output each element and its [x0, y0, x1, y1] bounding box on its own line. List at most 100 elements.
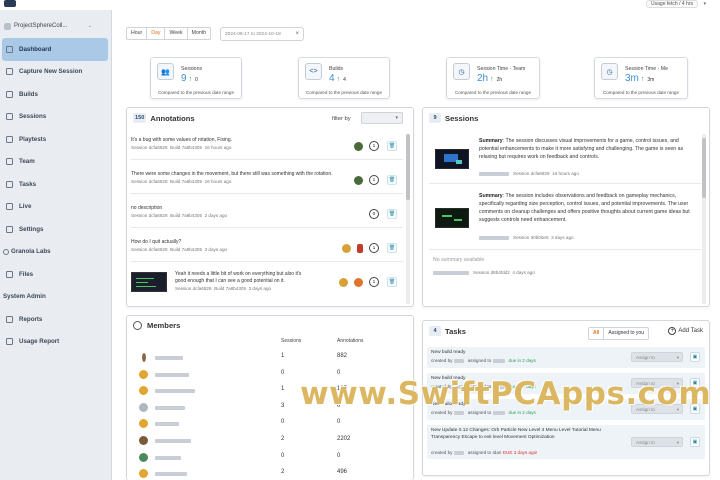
sidebar-item-reports[interactable]: Reports	[0, 308, 112, 331]
stat-value: 9 ↑ 0	[181, 73, 198, 84]
annotation-text: Yeah it needs a little bit of work on ev…	[175, 271, 302, 284]
annotation-build[interactable]: Build 7a8b4305	[170, 145, 202, 150]
annotation-row[interactable]: There were some changes in the movement,…	[131, 171, 403, 194]
member-row[interactable]: 00	[139, 450, 409, 467]
sidebar-item-builds[interactable]: Builds	[0, 83, 112, 106]
annotation-session[interactable]: Session dcfa6828	[175, 286, 212, 291]
annotation-row[interactable]: It's a bug with some values of rotation,…	[131, 137, 403, 160]
trash-icon[interactable]: 🗑	[387, 277, 397, 287]
member-name	[155, 389, 195, 394]
reports-icon	[6, 315, 13, 323]
member-row[interactable]: 00	[139, 416, 409, 433]
session-row[interactable]: Summary: The session discusses visual im…	[429, 137, 701, 184]
task-action-icon[interactable]: ▣	[690, 352, 700, 362]
annotation-session[interactable]: Session dcfa6828	[131, 213, 168, 218]
session-thumbnail[interactable]	[435, 149, 469, 169]
member-row[interactable]: 2 2202	[139, 433, 409, 450]
member-name	[155, 439, 191, 443]
sidebar-item-live[interactable]: Live	[0, 196, 112, 219]
task-row[interactable]: New build ready created by assigned to d…	[427, 347, 705, 368]
usage-report-icon	[6, 338, 13, 346]
count-badge: 150	[133, 113, 147, 123]
session-row[interactable]: Summary: The session includes observatio…	[429, 192, 701, 250]
trash-icon[interactable]: 🗑	[387, 175, 397, 185]
member-annotations: 0	[337, 419, 341, 426]
sidebar-item-playtests[interactable]: Playtests	[0, 128, 112, 151]
arrow-up-icon: ↑	[490, 76, 494, 83]
annotation-session[interactable]: Session dcfa6828	[131, 145, 168, 150]
annotation-thumbnail[interactable]	[131, 272, 167, 292]
sidebar-item-label: Usage Report	[19, 338, 60, 346]
session-time: 4 days ago	[512, 270, 535, 275]
range-hour-button[interactable]: Hour	[127, 28, 148, 39]
filter-all-button[interactable]: All	[589, 328, 605, 339]
assign-select[interactable]: Assign to ▾	[631, 352, 683, 362]
usage-dropdown[interactable]: Usage fetch / 4 hrs	[646, 0, 698, 8]
trash-icon[interactable]: 🗑	[387, 209, 397, 219]
task-row[interactable]: New Update 0.12 Changes: Orb Particle Ne…	[427, 425, 705, 459]
panel-title: 9 Sessions	[429, 113, 478, 123]
member-name	[155, 472, 187, 477]
users-icon: 👥	[157, 63, 174, 80]
session-row[interactable]: No summary available Session d8b4fdd2 4 …	[429, 256, 701, 282]
annotation-time: 2 days ago	[204, 213, 228, 218]
scrollbar-thumb[interactable]	[702, 138, 706, 198]
annotation-build[interactable]: Build 7a8b4305	[170, 213, 202, 218]
comment-count[interactable]: 0	[369, 209, 379, 219]
filter-assigned-button[interactable]: Assigned to you	[604, 328, 648, 339]
annotation-row[interactable]: no description Session dcfa6828 Build 7a8…	[131, 205, 403, 228]
range-month-button[interactable]: Month	[188, 28, 210, 39]
range-day-button[interactable]: Day	[147, 28, 166, 39]
annotation-build[interactable]: Build 7a8b4305	[214, 286, 246, 291]
sidebar-item-capture[interactable]: Capture New Session	[0, 61, 112, 84]
org-icon	[3, 248, 9, 255]
sidebar-item-sessions[interactable]: Sessions	[0, 106, 112, 129]
sidebar-item-usage-report[interactable]: Usage Report	[0, 331, 112, 354]
scrollbar-thumb[interactable]	[406, 134, 410, 200]
sidebar-item-tasks[interactable]: Tasks	[0, 173, 112, 196]
team-icon	[6, 158, 13, 166]
member-name	[155, 372, 189, 377]
member-row[interactable]: 1 882	[139, 350, 409, 367]
sidebar-item-label: Reports	[19, 315, 43, 323]
sidebar-section-granola[interactable]: Granola Labs	[0, 241, 112, 264]
member-sessions: 1	[281, 353, 285, 359]
task-action-icon[interactable]: ▣	[690, 437, 700, 447]
comment-count[interactable]: 1	[369, 243, 379, 253]
annotation-session[interactable]: Session dcfa6828	[131, 247, 168, 252]
sidebar-section-label: System Admin	[3, 293, 46, 301]
sidebar-item-label: Team	[19, 158, 35, 166]
annotations-scrollbar[interactable]	[406, 134, 410, 304]
sessions-scrollbar[interactable]	[702, 134, 706, 304]
sidebar-item-team[interactable]: Team	[0, 151, 112, 174]
annotation-session[interactable]: Session dcfa6828	[131, 179, 168, 184]
date-range-input[interactable]: 2024-08-17 to 2024-10-18 ×	[220, 27, 304, 41]
annotation-row[interactable]: Yeah it needs a little bit of work on ev…	[131, 271, 403, 305]
filter-select[interactable]: ▾	[361, 112, 403, 124]
assign-select[interactable]: Assign to ▾	[631, 437, 683, 447]
annotation-time: 3 days ago	[248, 286, 272, 291]
comment-count[interactable]: 1	[369, 141, 379, 151]
trash-icon[interactable]: 🗑	[387, 243, 397, 253]
project-selector[interactable]: ProjectSphereColl... ⌄	[4, 20, 92, 32]
sidebar-item-label: Tasks	[19, 180, 37, 188]
annotation-row[interactable]: How do I quit actually? Session dcfa6828 …	[131, 239, 403, 262]
member-row[interactable]: 2 496	[139, 466, 409, 480]
comment-count[interactable]: 1	[369, 175, 379, 185]
add-task-button[interactable]: + Add Task	[668, 327, 703, 335]
range-week-button[interactable]: Week	[165, 28, 188, 39]
comment-count[interactable]: 1	[369, 277, 379, 287]
stat-card-session-time-me: ◷ Session Time - Me 3m ↑ 3m Compared to th…	[594, 57, 688, 99]
sidebar-item-settings[interactable]: Settings	[0, 218, 112, 241]
annotation-build[interactable]: Build 7a8b4305	[170, 247, 202, 252]
sidebar-item-dashboard[interactable]: Dashboard	[2, 38, 108, 61]
sidebar-item-files[interactable]: Files	[0, 263, 112, 286]
annotation-build[interactable]: Build 7a8b4305	[170, 179, 202, 184]
session-thumbnail[interactable]	[435, 208, 469, 228]
stat-title: Session Time - Team	[477, 66, 526, 72]
stat-title: Builds	[329, 66, 344, 72]
trash-icon[interactable]: 🗑	[387, 141, 397, 151]
member-sessions: 2	[281, 436, 285, 442]
clear-icon[interactable]: ×	[295, 31, 299, 37]
arrow-up-icon: ↑	[188, 76, 193, 83]
